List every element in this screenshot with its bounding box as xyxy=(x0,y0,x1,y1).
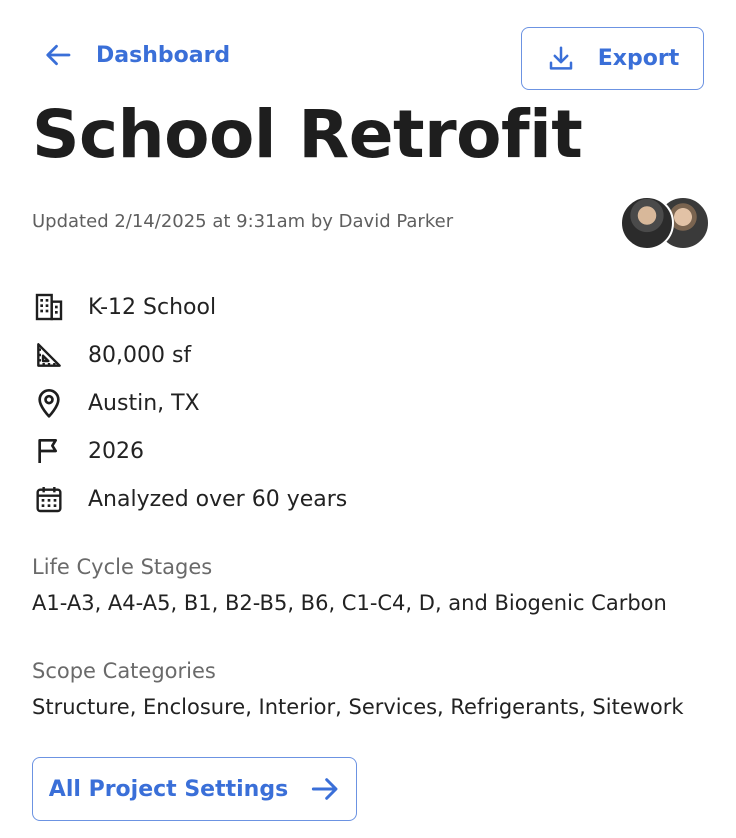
page-title: School Retrofit xyxy=(32,96,583,173)
ruler-triangle-icon xyxy=(32,338,66,372)
avatar[interactable] xyxy=(620,196,674,250)
last-updated-text: Updated 2/14/2025 at 9:31am by David Par… xyxy=(32,211,454,232)
location-pin-icon xyxy=(32,386,66,420)
download-icon xyxy=(549,46,573,70)
project-card: Dashboard Export School Retrofit Updated… xyxy=(0,0,736,838)
detail-text: Analyzed over 60 years xyxy=(88,486,348,512)
arrow-left-icon xyxy=(46,44,71,66)
back-link-label: Dashboard xyxy=(96,42,231,68)
detail-location: Austin, TX xyxy=(32,379,347,427)
project-details-list: K-12 School 80,000 sf Austin, TX 2026 An… xyxy=(32,283,347,523)
all-project-settings-button[interactable]: All Project Settings xyxy=(32,757,357,821)
life-cycle-stages-value: A1-A3, A4-A5, B1, B2-B5, B6, C1-C4, D, a… xyxy=(32,591,667,615)
detail-year: 2026 xyxy=(32,427,347,475)
building-icon xyxy=(32,290,66,324)
detail-text: Austin, TX xyxy=(88,390,200,416)
life-cycle-stages-label: Life Cycle Stages xyxy=(32,555,213,579)
export-button-label: Export xyxy=(597,46,680,71)
flag-icon xyxy=(32,434,66,468)
detail-text: 2026 xyxy=(88,438,144,464)
collaborator-avatars[interactable] xyxy=(620,196,710,250)
scope-categories-label: Scope Categories xyxy=(32,659,216,683)
settings-button-label: All Project Settings xyxy=(48,776,289,802)
detail-analysis-period: Analyzed over 60 years xyxy=(32,475,347,523)
detail-text: 80,000 sf xyxy=(88,342,192,368)
back-to-dashboard-link[interactable]: Dashboard xyxy=(44,40,230,70)
scope-categories-value: Structure, Enclosure, Interior, Services… xyxy=(32,695,684,719)
export-button[interactable]: Export xyxy=(521,27,704,90)
detail-text: K-12 School xyxy=(88,294,217,320)
detail-area: 80,000 sf xyxy=(32,331,347,379)
calendar-icon xyxy=(32,482,66,516)
detail-building-type: K-12 School xyxy=(32,283,347,331)
arrow-right-icon xyxy=(312,778,338,800)
